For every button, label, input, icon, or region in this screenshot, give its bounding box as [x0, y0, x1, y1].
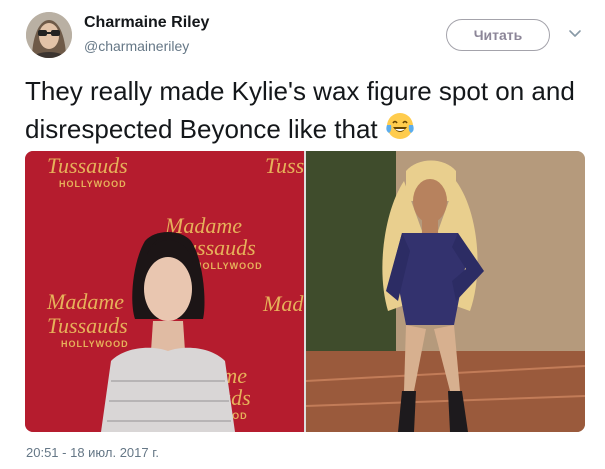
chevron-down-icon[interactable]	[567, 26, 583, 42]
tweet-timestamp[interactable]: 20:51 - 18 июл. 2017 г.	[26, 445, 159, 460]
kylie-wax-figure-photo[interactable]: Tussauds Madame Tussauds Madame Tussauds…	[25, 151, 304, 432]
beyonce-wax-figure-photo[interactable]	[306, 151, 585, 432]
logo-tussauds-top: Tussauds	[47, 153, 128, 178]
avatar[interactable]	[26, 12, 72, 58]
logo-madame-right: Madame	[262, 291, 304, 316]
face-with-tears-of-joy-icon	[386, 113, 414, 139]
logo-tussauds-right-top: Tussauds	[265, 153, 304, 178]
logo-location-top: HOLLYWOOD	[59, 179, 127, 189]
follow-button[interactable]: Читать	[446, 19, 550, 51]
kylie-photo-image: Tussauds Madame Tussauds Madame Tussauds…	[25, 151, 304, 432]
logo-madame-left: Madame	[46, 289, 124, 314]
user-handle[interactable]: @charmaineriley	[84, 38, 189, 54]
tweet-text: They really made Kylie's wax figure spot…	[25, 72, 585, 148]
logo-tussauds-left: Tussauds	[47, 313, 128, 338]
tweet-media[interactable]: Tussauds Madame Tussauds Madame Tussauds…	[25, 151, 585, 432]
logo-location-center: HOLLYWOOD	[195, 261, 263, 271]
logo-location-left: HOLLYWOOD	[61, 339, 129, 349]
user-name[interactable]: Charmaine Riley	[84, 14, 209, 32]
beyonce-photo-image	[306, 151, 585, 432]
tweet-text-body: They really made Kylie's wax figure spot…	[25, 76, 575, 144]
avatar-photo	[26, 12, 72, 58]
